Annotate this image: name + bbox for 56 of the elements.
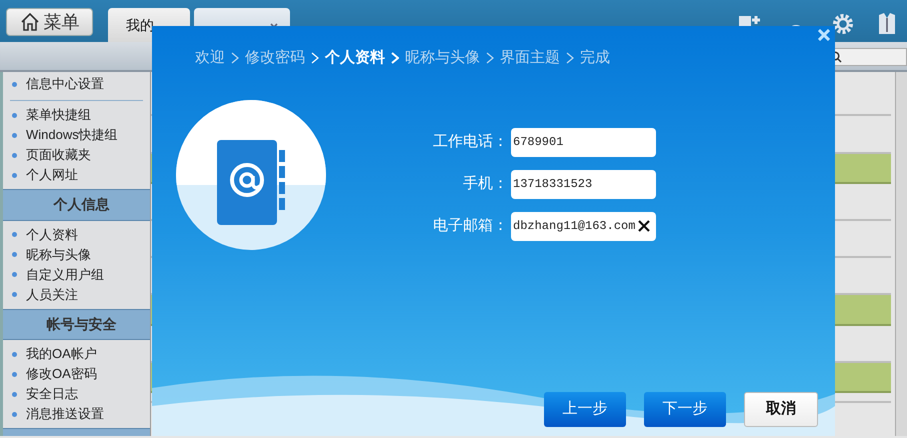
chevron-icon xyxy=(311,52,319,64)
input-field[interactable]: 13718331523 xyxy=(511,170,656,198)
scrollbar[interactable] xyxy=(895,72,907,436)
settings-icon[interactable] xyxy=(831,12,855,36)
section-header[interactable]: 帐号与安全 xyxy=(3,308,150,340)
bullet-icon xyxy=(12,112,17,118)
sidebar-item[interactable]: 我的OA帐户 xyxy=(26,344,97,364)
cancel-button[interactable]: 取消 xyxy=(744,392,818,427)
sidebar-item[interactable]: 页面收藏夹 xyxy=(26,145,91,165)
sidebar-item[interactable]: 昵称与头像 xyxy=(26,244,91,264)
address-book-icon xyxy=(217,140,287,224)
wizard-step: 界面主题 xyxy=(500,47,560,70)
step-button[interactable]: 上一步 xyxy=(544,392,626,427)
sidebar-item[interactable]: 消息推送设置 xyxy=(26,404,104,424)
step-button[interactable]: 下一步 xyxy=(644,392,726,427)
field-label: 手机： xyxy=(462,174,508,194)
section-header[interactable]: 个人信息 xyxy=(3,189,150,221)
wizard-step: 昵称与头像 xyxy=(405,47,480,70)
bullet-icon xyxy=(12,152,17,158)
shirt-icon[interactable] xyxy=(877,12,897,36)
sidebar-item[interactable]: 信息中心设置 xyxy=(26,74,104,94)
bullet-icon xyxy=(12,372,17,377)
bullet-icon xyxy=(12,352,17,357)
sidebar-item[interactable]: 菜单快捷组 xyxy=(26,105,91,125)
sidebar-item[interactable]: 个人资料 xyxy=(26,224,78,244)
bullet-icon xyxy=(12,252,17,258)
bullet-icon xyxy=(12,392,17,397)
wizard-step: 修改密码 xyxy=(245,47,305,70)
bullet-icon xyxy=(12,412,17,417)
bullet-icon xyxy=(12,272,17,278)
field-label: 电子邮箱： xyxy=(432,216,508,236)
chevron-icon xyxy=(566,52,574,64)
home-icon xyxy=(20,12,40,32)
chevron-icon xyxy=(391,52,399,64)
sidebar-item[interactable]: Windows快捷组 xyxy=(26,125,118,145)
input-field[interactable]: dbzhang11@163.com xyxy=(511,212,656,240)
bullet-icon xyxy=(12,292,17,298)
field-label: 工作电话： xyxy=(432,132,508,152)
sidebar-item[interactable]: 安全日志 xyxy=(26,384,78,404)
clear-icon[interactable] xyxy=(638,220,650,232)
sidebar-item[interactable]: 修改OA密码 xyxy=(26,364,97,384)
chevron-icon xyxy=(231,52,239,64)
sidebar-item[interactable]: 个人网址 xyxy=(26,165,78,185)
input-field[interactable]: 6789901 xyxy=(511,128,656,156)
wizard-step: 完成 xyxy=(580,47,610,70)
bullet-icon xyxy=(12,82,17,86)
bullet-icon xyxy=(12,172,17,178)
sidebar-item[interactable]: 人员关注 xyxy=(26,284,78,304)
wizard-step: 个人资料 xyxy=(325,47,385,70)
chevron-icon xyxy=(486,52,494,64)
bullet-icon xyxy=(12,232,17,238)
sidebar-item[interactable]: 自定义用户组 xyxy=(26,264,104,284)
bullet-icon xyxy=(12,132,17,138)
menu-button[interactable]: 菜单 xyxy=(6,8,93,36)
wizard-step: 欢迎 xyxy=(195,47,225,70)
close-icon[interactable] xyxy=(818,29,830,41)
